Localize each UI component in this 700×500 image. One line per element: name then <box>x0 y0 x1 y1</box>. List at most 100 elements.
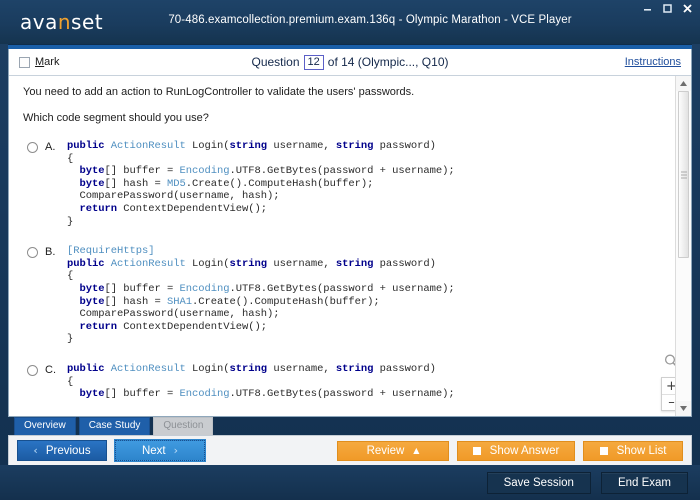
scrollbar-track[interactable] <box>676 91 691 401</box>
question-counter-total: of 14 (Olympic..., Q10) <box>327 55 449 69</box>
code-token: ActionResult <box>110 362 193 375</box>
code-token: byte <box>67 177 105 190</box>
navigation-bar: ‹ Previous Next › Review ▲ Show Answer S… <box>8 435 692 465</box>
maximize-icon[interactable] <box>661 2 674 15</box>
answer-option-b[interactable]: B. [RequireHttps] public ActionResult Log… <box>19 245 665 346</box>
content-scrollbar[interactable] <box>675 76 691 416</box>
code-token: public <box>67 362 111 375</box>
chevron-left-icon: ‹ <box>33 444 38 457</box>
answer-option-a[interactable]: A. public ActionResult Login(string usern… <box>19 140 665 228</box>
code-token: [] hash = <box>104 295 168 308</box>
code-token: ContextDependentView(); <box>123 202 268 215</box>
code-token: .UTF8.GetBytes(password + username); <box>229 282 455 295</box>
show-list-button[interactable]: Show List <box>583 440 683 461</box>
code-token: } <box>67 333 74 346</box>
caret-up-icon: ▲ <box>413 446 420 455</box>
minimize-icon[interactable] <box>641 2 654 15</box>
code-token: .Create().ComputeHash(buffer); <box>192 295 380 308</box>
scrollbar-grip <box>680 171 687 179</box>
scroll-down-arrow-icon[interactable] <box>676 401 691 416</box>
vce-player-window: avanset 70-486.examcollection.premium.ex… <box>0 0 700 500</box>
code-token: public <box>67 140 111 152</box>
question-statement-line1: You need to add an action to RunLogContr… <box>23 86 415 98</box>
code-token: .UTF8.GetBytes(password + username); <box>229 165 455 178</box>
code-token: Login( <box>192 362 230 375</box>
code-token: .Create().ComputeHash(buffer); <box>185 177 374 190</box>
mark-checkbox[interactable]: Mark <box>19 56 59 68</box>
code-token: [] buffer = <box>104 388 180 401</box>
question-statement-line2: Which code segment should you use? <box>23 112 209 124</box>
footer-bar: Save Session End Exam <box>0 465 700 500</box>
question-counter-label: Question <box>251 55 300 69</box>
code-token: string <box>229 362 274 375</box>
chevron-right-icon: › <box>173 444 179 457</box>
answer-option-c[interactable]: C. public ActionResult Login(string usern… <box>19 363 665 401</box>
previous-button[interactable]: ‹ Previous <box>17 440 107 461</box>
answer-options-list: A. public ActionResult Login(string usern… <box>19 140 665 401</box>
code-token: byte <box>67 282 105 295</box>
question-counter: Question 12 of 14 (Olympic..., Q10) <box>9 54 691 70</box>
code-token: MD5 <box>167 177 186 190</box>
code-token: string <box>335 362 380 375</box>
code-token: ComparePassword(username, hash); <box>67 308 280 321</box>
show-list-button-label: Show List <box>616 444 667 457</box>
answer-option-code: public ActionResult Login(string usernam… <box>67 140 455 228</box>
tab-question: Question <box>153 417 214 435</box>
answer-radio-c[interactable] <box>27 364 38 376</box>
code-token: Login( <box>192 140 230 152</box>
answer-option-code: [RequireHttps] public ActionResult Login… <box>67 245 455 346</box>
question-number-input[interactable]: 12 <box>303 54 324 70</box>
code-token: Encoding <box>179 282 230 295</box>
square-icon <box>472 446 481 455</box>
code-token: username, <box>273 362 336 375</box>
square-icon <box>599 446 608 455</box>
code-token: ComparePassword(username, hash); <box>67 190 280 203</box>
code-token: SHA1 <box>167 295 193 308</box>
code-token: username, <box>273 140 336 152</box>
code-token: Encoding <box>179 165 230 178</box>
scroll-up-arrow-icon[interactable] <box>676 76 691 91</box>
save-session-button[interactable]: Save Session <box>486 471 591 494</box>
review-button[interactable]: Review ▲ <box>337 440 449 461</box>
code-token: { <box>67 152 74 165</box>
answer-option-letter: A. <box>45 141 56 153</box>
previous-button-label: Previous <box>45 444 91 457</box>
content-area: You need to add an action to RunLogContr… <box>9 76 691 416</box>
code-token: } <box>67 215 74 228</box>
answer-option-letter: B. <box>45 246 56 259</box>
code-token: password) <box>379 140 436 152</box>
tab-overview[interactable]: Overview <box>14 417 76 435</box>
code-token: username, <box>273 257 336 270</box>
answer-radio-b[interactable] <box>27 247 38 259</box>
answer-option-code: public ActionResult Login(string usernam… <box>67 363 455 401</box>
mark-checkbox-box[interactable] <box>19 56 30 68</box>
code-token: [] hash = <box>104 177 168 190</box>
answer-radio-a[interactable] <box>27 142 38 153</box>
code-token: Encoding <box>179 388 230 401</box>
show-answer-button-label: Show Answer <box>489 444 560 457</box>
instructions-link[interactable]: Instructions <box>625 56 681 68</box>
code-token: password) <box>379 362 436 375</box>
code-token: ContextDependentView(); <box>123 320 268 333</box>
code-token: string <box>335 257 380 270</box>
code-token: [RequireHttps] <box>67 245 155 258</box>
show-answer-button[interactable]: Show Answer <box>457 440 575 461</box>
code-token: [] buffer = <box>104 282 180 295</box>
tab-case-study[interactable]: Case Study <box>78 417 151 435</box>
code-token: byte <box>67 165 105 178</box>
scrollbar-thumb[interactable] <box>678 91 689 259</box>
end-exam-button[interactable]: End Exam <box>600 471 688 494</box>
code-token: [] buffer = <box>104 165 180 178</box>
code-token: public <box>67 257 111 270</box>
question-content: You need to add an action to RunLogContr… <box>9 76 675 416</box>
code-token: ActionResult <box>110 140 193 152</box>
code-token: string <box>229 140 274 152</box>
mark-label: Mark <box>35 56 60 68</box>
next-button[interactable]: Next › <box>114 439 206 462</box>
code-token: string <box>229 257 274 270</box>
close-icon[interactable] <box>681 2 694 15</box>
code-token: string <box>335 140 380 152</box>
code-token: password) <box>379 257 436 270</box>
question-toolbar: Mark Question 12 of 14 (Olympic..., Q10)… <box>9 49 691 76</box>
next-button-label: Next <box>141 444 166 457</box>
